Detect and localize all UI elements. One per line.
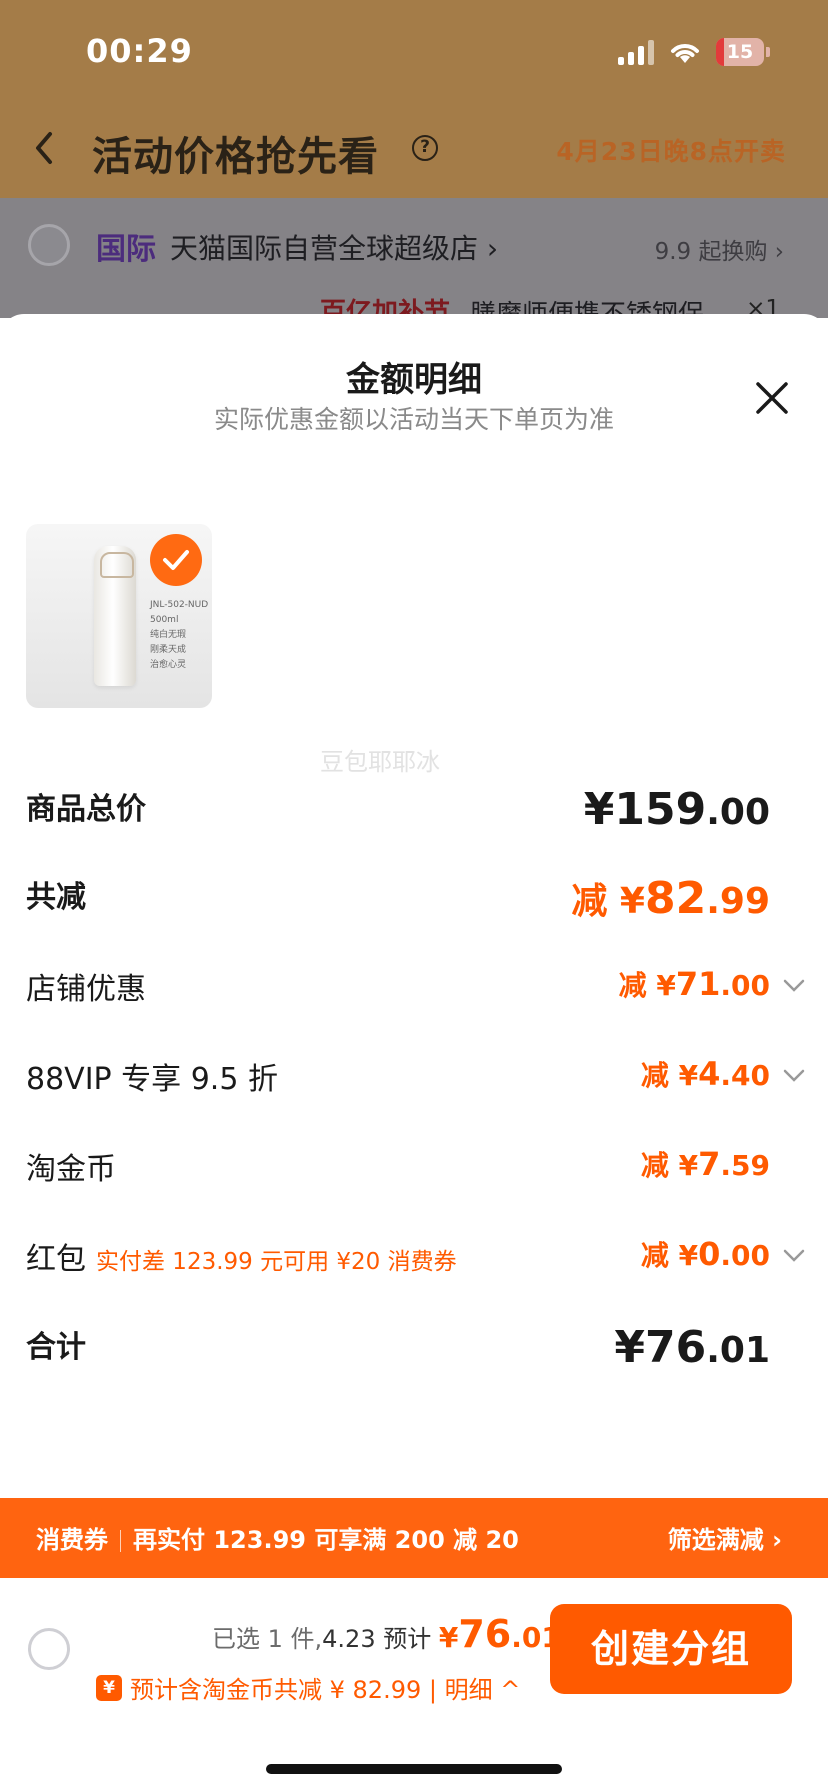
watermark-text: 豆包耶耶冰 (320, 748, 440, 776)
checkout-footer: 已选 1 件,4.23 预计 ¥76.01 ¥ 预计含淘金币共减 ¥ 82.99… (0, 1578, 828, 1792)
row-value: ¥159.00 (583, 784, 770, 835)
shop-select-radio[interactable] (28, 224, 70, 266)
row-hongbao[interactable]: 红包 实付差 123.99 元可用 ¥20 消费券 减 ¥0.00 (26, 1234, 805, 1290)
chevron-down-icon[interactable] (782, 978, 806, 994)
row-label: 商品总价 (26, 792, 146, 827)
row-label: 88VIP 专享 9.5 折 (26, 1062, 278, 1097)
row-total-discount: 共减 减 ¥82.99 (26, 872, 770, 928)
wifi-icon (671, 44, 699, 63)
row-value: 减 ¥4.40 (640, 1055, 770, 1093)
row-value: ¥76.01 (614, 1322, 770, 1373)
estimated-price: ¥76.01 (438, 1612, 561, 1656)
row-label: 淘金币 (26, 1152, 116, 1187)
row-coin-discount: 淘金币 减 ¥7.59 (26, 1144, 770, 1200)
row-vip-discount[interactable]: 88VIP 专享 9.5 折 减 ¥4.40 (26, 1054, 805, 1110)
row-total-price: 商品总价 ¥159.00 (26, 784, 770, 840)
question-icon[interactable]: ? (412, 135, 438, 161)
battery-icon: 15 (716, 38, 770, 66)
sale-start-note: 4月23日晚8点开卖 (556, 137, 786, 166)
shop-name-link[interactable]: 天猫国际自营全球超级店 › (170, 227, 498, 267)
create-group-button[interactable]: 创建分组 (550, 1604, 792, 1694)
coupon-text: 消费券 再实付 123.99 可享满 200 减 20 (36, 1526, 519, 1554)
row-value: 减 ¥71.00 (618, 965, 770, 1003)
bottle-image (94, 546, 136, 686)
row-value: 减 ¥0.00 (640, 1235, 770, 1273)
chevron-down-icon[interactable] (782, 1068, 806, 1084)
hongbao-note: 实付差 123.99 元可用 ¥20 消费券 (96, 1249, 457, 1275)
row-value: 减 ¥7.59 (640, 1145, 770, 1183)
shop-badge: 国际 (96, 232, 156, 267)
page-title: 活动价格抢先看 (92, 134, 379, 180)
filter-discount-link[interactable]: 筛选满减 › (668, 1520, 782, 1555)
thumbnail-text: JNL-502-NUD 500ml 纯白无瑕 刚柔天成 治愈心灵 (150, 600, 209, 670)
cellular-signal-icon (618, 39, 654, 65)
close-icon[interactable] (752, 378, 792, 418)
row-shop-discount[interactable]: 店铺优惠 减 ¥71.00 (26, 964, 805, 1020)
estimate-detail-link[interactable]: ¥ 预计含淘金币共减 ¥ 82.99 | 明细 ^ (96, 1670, 520, 1705)
row-label: 共减 (26, 880, 86, 915)
row-sum: 合计 ¥76.01 (26, 1322, 770, 1378)
sheet-subtitle: 实际优惠金额以活动当天下单页为准 (213, 405, 614, 434)
select-all-radio[interactable] (28, 1628, 70, 1670)
row-label: 店铺优惠 (26, 972, 146, 1007)
battery-level: 15 (726, 41, 754, 63)
row-value: 减 ¥82.99 (571, 873, 770, 924)
check-icon (150, 534, 202, 586)
home-indicator (266, 1764, 562, 1774)
selection-summary: 已选 1 件,4.23 预计 ¥76.01 (212, 1612, 561, 1656)
sheet-title: 金额明细 (346, 360, 482, 400)
yen-icon: ¥ (96, 1674, 122, 1701)
row-label: 红包 实付差 123.99 元可用 ¥20 消费券 (26, 1242, 457, 1277)
status-time: 00:29 (86, 32, 193, 70)
chevron-down-icon[interactable] (782, 1248, 806, 1264)
row-label: 合计 (26, 1330, 86, 1365)
status-icons: 15 (618, 38, 770, 66)
exchange-link[interactable]: 9.9 起换购 › (655, 232, 784, 266)
coupon-banner[interactable]: 消费券 再实付 123.99 可享满 200 减 20 筛选满减 › (0, 1498, 828, 1578)
back-arrow-icon[interactable] (30, 128, 58, 168)
